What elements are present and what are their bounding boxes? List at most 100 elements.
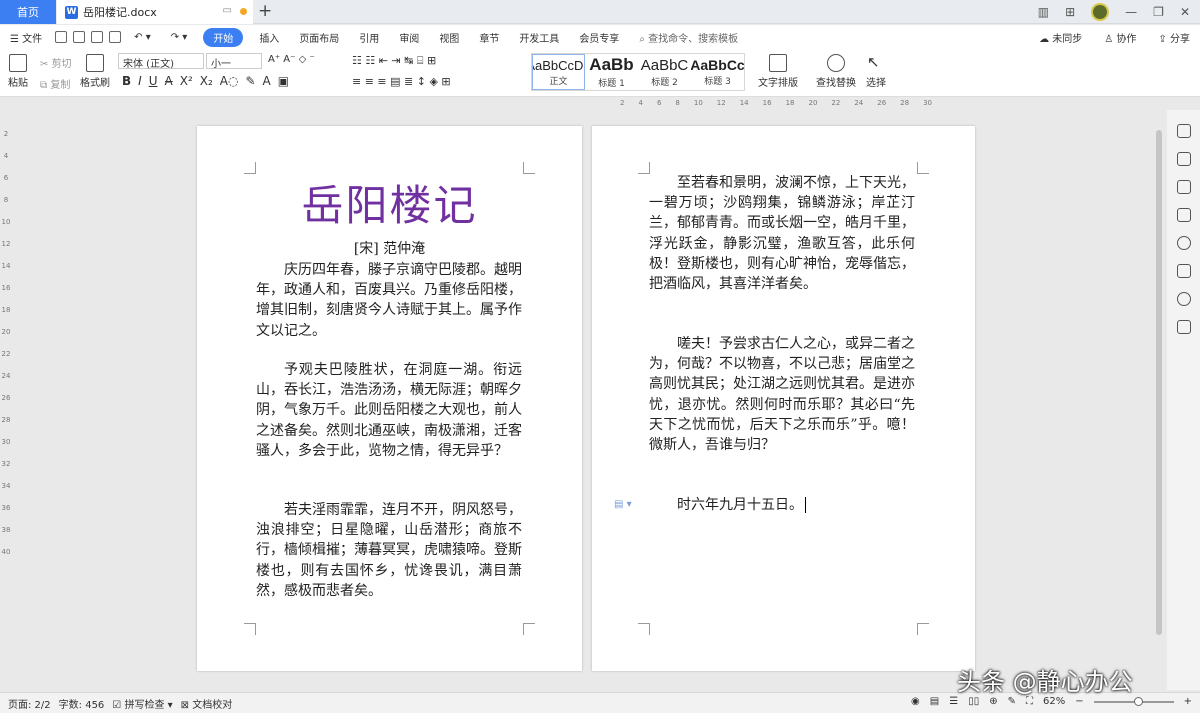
help-icon[interactable] (1176, 236, 1191, 250)
format-painter-label: 格式刷 (80, 78, 110, 89)
menu-member[interactable]: 会员专享 (569, 30, 629, 45)
eye-icon[interactable]: ◉ (911, 696, 920, 707)
text-border-icon[interactable]: ▣ (278, 74, 289, 88)
right-side-panel (1167, 110, 1200, 690)
location-icon[interactable] (1176, 292, 1191, 306)
pointer-icon[interactable] (1176, 180, 1191, 194)
menu-page-layout[interactable]: 页面布局 (289, 30, 349, 45)
format-painter-button[interactable]: 格式刷 (80, 54, 110, 89)
horizontal-ruler[interactable]: 2 4 6 8 10 12 14 16 18 20 22 24 26 28 30 (590, 99, 974, 110)
tab-document[interactable]: W 岳阳楼记.docx ▭ (57, 0, 253, 24)
zoom-slider[interactable] (1093, 696, 1174, 706)
paragraph[interactable]: 予观夫巴陵胜状，在洞庭一湖。衔远山，吞长江，浩浩汤汤，横无际涯；朝晖夕阴，气象万… (256, 360, 522, 461)
sliders-icon[interactable] (1176, 208, 1191, 222)
menu-view[interactable]: 视图 (429, 30, 469, 45)
paragraph-last[interactable]: 时六年九月十五日。 (649, 495, 915, 515)
web-view-icon[interactable]: ⊕ (989, 696, 997, 707)
font-size-controls[interactable]: A⁺ A⁻ ◇ ⁻ (268, 54, 315, 65)
image-icon[interactable] (1176, 264, 1191, 278)
hamburger-menu-icon[interactable]: ☰ 文件 (0, 30, 52, 45)
pen-mode-icon[interactable]: ✎ (1008, 696, 1016, 707)
style-heading3[interactable]: AaBbCc 标题 3 (691, 54, 744, 90)
word-count[interactable]: 字数: 456 (59, 696, 105, 711)
zoom-in-button[interactable]: + (1184, 696, 1192, 707)
font-color-icon[interactable]: A (263, 74, 271, 88)
spell-check-button[interactable]: ☑ 拼写检查 ▾ (112, 696, 172, 711)
paragraph-menu-icon[interactable]: ▤ ▾ (614, 499, 632, 510)
read-view-icon[interactable]: ▯▯ (968, 696, 979, 707)
text-layout-button[interactable]: 文字排版 (758, 54, 798, 89)
print-icon[interactable] (91, 31, 104, 43)
sync-button[interactable]: ☁ 未同步 (1029, 30, 1092, 45)
zoom-level[interactable]: 62% (1043, 696, 1065, 707)
pen-icon[interactable] (1176, 152, 1191, 166)
export-icon[interactable] (73, 31, 86, 43)
list-buttons[interactable]: ☷ ☷ ⇤ ⇥ ↹ ⌸ ⊞ (352, 54, 436, 68)
page-count[interactable]: 页面: 2/2 (8, 696, 51, 711)
document-page-2[interactable]: 至若春和景明，波澜不惊，上下天光，一碧万顷；沙鸥翔集，锦鳞游泳；岸芷汀兰，郁郁青… (592, 126, 975, 671)
style-gallery: AaBbCcDd 正文 AaBb 标题 1 AaBbC 标题 2 AaBbCc … (531, 53, 745, 91)
fit-page-icon[interactable]: ⛶ (1026, 696, 1033, 707)
restore-button[interactable]: ❐ (1153, 5, 1164, 19)
align-buttons[interactable]: ≡ ≡ ≡ ▤ ≣ ↕ ◈ ⊞ (352, 75, 451, 88)
document-title[interactable]: 岳阳楼记 (197, 172, 582, 233)
document-author[interactable]: [宋] 范仲淹 (197, 238, 582, 258)
subscript-icon[interactable]: X₂ (200, 74, 213, 88)
share-button[interactable]: ⇪ 分享 (1148, 30, 1200, 45)
document-page-1[interactable]: 岳阳楼记 [宋] 范仲淹 庆历四年春，滕子京谪守巴陵郡。越明年，政通人和，百废具… (197, 126, 582, 671)
menu-chapter[interactable]: 章节 (469, 30, 509, 45)
command-search[interactable]: ⌕ 查找命令、搜索模板 (629, 30, 748, 45)
layout-icon[interactable]: ▥ (1038, 5, 1049, 19)
strikethrough-icon[interactable]: A̶ (165, 74, 173, 88)
font-name-select[interactable]: 宋体 (正文) (118, 53, 204, 70)
cut-button[interactable]: ✂ 剪切 (40, 55, 72, 70)
zoom-slider-knob[interactable] (1133, 696, 1143, 706)
bold-icon[interactable]: B (122, 74, 131, 88)
page-view-icon[interactable]: ▤ (930, 696, 939, 707)
tab-home[interactable]: 首页 (0, 0, 56, 24)
menu-references[interactable]: 引用 (349, 30, 389, 45)
clear-format-icon[interactable]: A◌ (220, 74, 239, 88)
font-size-select[interactable]: 小一 (206, 53, 262, 70)
menu-review[interactable]: 审阅 (389, 30, 429, 45)
menu-file[interactable]: 文件 (22, 34, 42, 45)
redo-icon[interactable]: ↷ ▾ (161, 32, 198, 43)
zoom-out-button[interactable]: − (1075, 696, 1083, 707)
highlight-icon[interactable]: ✎ (245, 74, 255, 88)
save-icon[interactable] (55, 31, 68, 43)
copy-button[interactable]: ⧉ 复制 (40, 76, 70, 91)
italic-icon[interactable]: I (138, 74, 142, 88)
close-button[interactable]: ✕ (1180, 5, 1190, 19)
book-icon[interactable] (1176, 320, 1191, 334)
monitor-icon[interactable]: ▭ (223, 5, 232, 16)
vertical-scrollbar[interactable] (1153, 110, 1165, 680)
find-replace-button[interactable]: 查找替换 (816, 54, 856, 89)
paragraph[interactable]: 至若春和景明，波澜不惊，上下天光，一碧万顷；沙鸥翔集，锦鳞游泳；岸芷汀兰，郁郁青… (649, 173, 915, 294)
new-tab-button[interactable]: + (258, 1, 272, 21)
superscript-icon[interactable]: X² (180, 74, 193, 88)
menu-start[interactable]: 开始 (203, 27, 244, 47)
underline-icon[interactable]: U (149, 74, 158, 88)
preview-icon[interactable] (109, 31, 122, 43)
paragraph[interactable]: 嗟夫！予尝求古仁人之心，或异二者之为，何哉？不以物喜，不以己悲；居庙堂之高则忧其… (649, 334, 915, 455)
scrollbar-thumb[interactable] (1156, 130, 1162, 635)
grid-icon[interactable]: ⊞ (1065, 5, 1075, 19)
collab-button[interactable]: ♙ 协作 (1094, 30, 1146, 45)
menu-insert[interactable]: 插入 (249, 30, 289, 45)
paragraph[interactable]: 庆历四年春，滕子京谪守巴陵郡。越明年，政通人和，百废具兴。乃重修岳阳楼，增其旧制… (256, 260, 522, 341)
paste-button[interactable]: 粘贴 (8, 54, 28, 89)
minimize-button[interactable]: — (1125, 5, 1137, 19)
spell-check-label: 拼写检查 (124, 699, 165, 711)
undo-icon[interactable]: ↶ ▾ (124, 32, 161, 43)
style-heading2[interactable]: AaBbC 标题 2 (638, 54, 691, 90)
style-heading1[interactable]: AaBb 标题 1 (585, 54, 638, 90)
select-button[interactable]: ↖ 选择 (866, 54, 886, 89)
layers-icon[interactable] (1176, 124, 1191, 138)
style-normal[interactable]: AaBbCcDd 正文 (532, 54, 585, 90)
outline-view-icon[interactable]: ☰ (949, 696, 958, 707)
paragraph[interactable]: 若夫淫雨霏霏，连月不开，阴风怒号，浊浪排空；日星隐曜，山岳潜形；商旅不行，樯倾楫… (256, 500, 522, 601)
avatar[interactable] (1091, 3, 1110, 21)
menu-developer[interactable]: 开发工具 (509, 30, 569, 45)
vertical-ruler[interactable]: 2 4 6 8 10 12 14 16 18 20 22 24 26 28 30 32 34 36 38 40 (0, 130, 12, 670)
doc-proof-button[interactable]: ⊠ 文档校对 (181, 696, 233, 711)
